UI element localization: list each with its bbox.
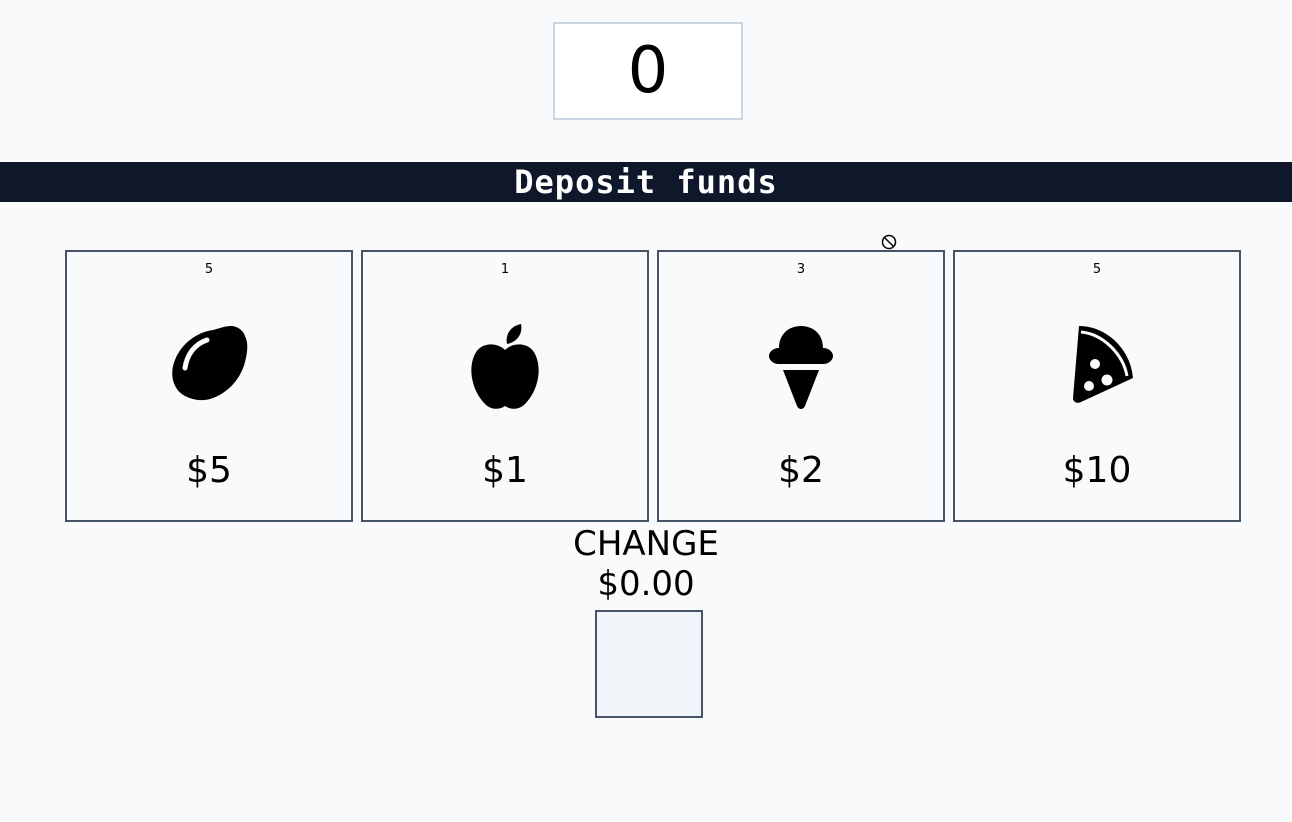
product-card-ice-cream[interactable]: 3 $2 — [657, 250, 945, 522]
product-price: $5 — [186, 450, 232, 491]
product-price: $2 — [778, 450, 824, 491]
change-tray[interactable] — [595, 610, 703, 718]
product-card-lemon[interactable]: 5 $5 — [65, 250, 353, 522]
product-quantity: 3 — [796, 262, 806, 277]
not-allowed-cursor-icon — [881, 234, 897, 250]
product-card-apple[interactable]: 1 $1 — [361, 250, 649, 522]
lemon-icon — [159, 314, 259, 414]
product-quantity: 1 — [500, 262, 510, 277]
banner-title: Deposit funds — [514, 163, 778, 201]
credit-display-value: 0 — [627, 34, 669, 108]
product-price: $1 — [482, 450, 528, 491]
ice-cream-icon — [751, 314, 851, 414]
product-quantity: 5 — [204, 262, 214, 277]
credit-display: 0 — [553, 22, 743, 120]
product-quantity: 5 — [1092, 262, 1102, 277]
apple-icon — [455, 314, 555, 414]
change-label: CHANGE — [573, 524, 719, 564]
pizza-slice-icon — [1047, 314, 1147, 414]
product-price: $10 — [1062, 450, 1132, 491]
product-card-pizza[interactable]: 5 $10 — [953, 250, 1241, 522]
change-amount: $0.00 — [597, 564, 695, 604]
deposit-funds-banner: Deposit funds — [0, 162, 1292, 202]
product-grid: 5 $5 1 $1 3 $2 5 $10 — [65, 250, 1241, 522]
